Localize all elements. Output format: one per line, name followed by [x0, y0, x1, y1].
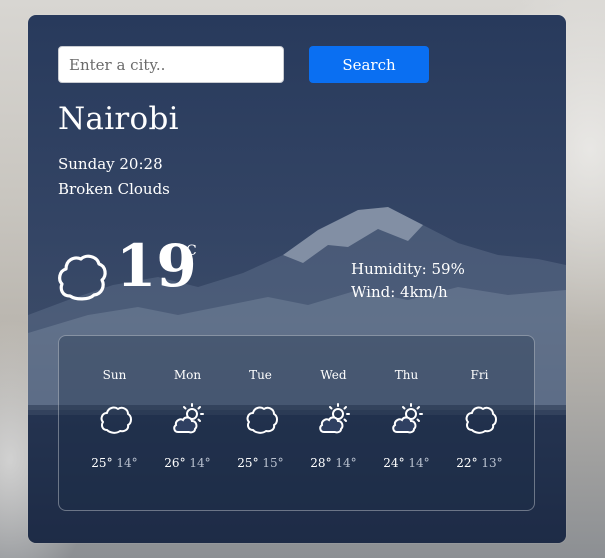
forecast-low: 15°	[262, 456, 284, 470]
forecast-day-name: Tue	[249, 368, 272, 382]
weather-card: Search Nairobi Sunday 20:28 Broken Cloud…	[28, 15, 566, 543]
weather-condition: Broken Clouds	[58, 180, 170, 198]
wind-speed: Wind: 4km/h	[351, 283, 448, 301]
search-button[interactable]: Search	[309, 46, 429, 83]
forecast-day-name: Sun	[102, 368, 127, 382]
cloud-icon	[465, 406, 497, 434]
temperature-unit: °C	[179, 243, 197, 259]
forecast-day-name: Mon	[173, 368, 202, 382]
sun-cloud-icon	[392, 403, 423, 434]
city-name: Nairobi	[58, 101, 179, 137]
forecast-low: 13°	[481, 456, 503, 470]
forecast-temps: 22° 13°	[443, 456, 516, 470]
forecast-low: 14°	[189, 456, 211, 470]
sun-cloud-icon	[319, 403, 350, 434]
sun-cloud-icon	[173, 403, 204, 434]
forecast-panel: Sun 25° 14° Mon 26° 14° Tue 25° 15° Wed …	[58, 335, 535, 511]
forecast-high: 25°	[237, 456, 259, 470]
forecast-temps: 24° 14°	[370, 456, 443, 470]
date-time: Sunday 20:28	[58, 155, 163, 173]
cloud-icon	[100, 406, 132, 434]
forecast-day-name: Wed	[320, 368, 347, 382]
forecast-day-name: Fri	[470, 368, 489, 382]
forecast-high: 28°	[310, 456, 332, 470]
forecast-high: 24°	[383, 456, 405, 470]
forecast-temps: 25° 14°	[78, 456, 151, 470]
forecast-low: 14°	[408, 456, 430, 470]
forecast-temps: 25° 15°	[224, 456, 297, 470]
humidity: Humidity: 59%	[351, 260, 465, 278]
forecast-day-name: Thu	[394, 368, 419, 382]
city-search-input[interactable]	[58, 46, 284, 83]
forecast-high: 25°	[91, 456, 113, 470]
forecast-low: 14°	[335, 456, 357, 470]
forecast-high: 22°	[456, 456, 478, 470]
cloud-icon	[58, 254, 107, 301]
forecast-low: 14°	[116, 456, 138, 470]
cloud-icon	[246, 406, 278, 434]
forecast-high: 26°	[164, 456, 186, 470]
forecast-temps: 28° 14°	[297, 456, 370, 470]
forecast-temps: 26° 14°	[151, 456, 224, 470]
